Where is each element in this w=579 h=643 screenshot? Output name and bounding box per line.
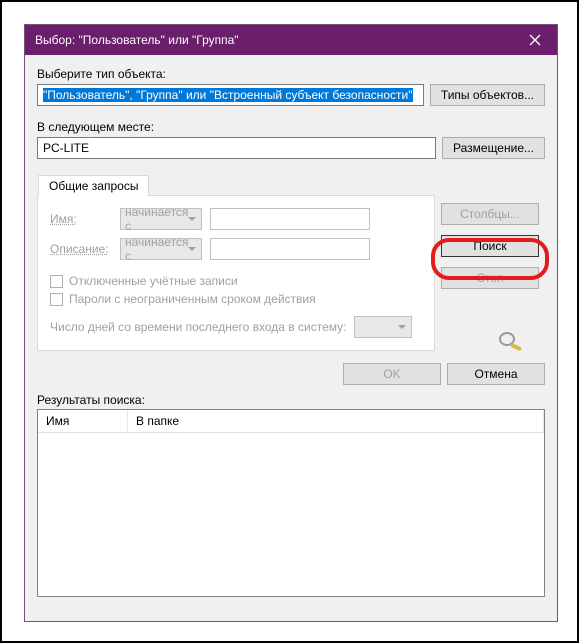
description-mode-dropdown[interactable]: начинается с (120, 238, 202, 260)
window-title: Выбор: "Пользователь" или "Группа" (35, 33, 512, 47)
columns-button[interactable]: Столбцы... (441, 203, 539, 225)
results-label: Результаты поиска: (37, 393, 545, 407)
stop-button[interactable]: Стоп (441, 267, 539, 289)
object-type-field[interactable]: "Пользователь", "Группа" или "Встроенный… (37, 84, 424, 106)
titlebar: Выбор: "Пользователь" или "Группа" (25, 25, 557, 55)
ok-button[interactable]: OK (343, 363, 441, 385)
close-button[interactable] (512, 25, 557, 55)
days-since-login-label: Число дней со времени последнего входа в… (50, 320, 346, 334)
description-label: Описание: (50, 242, 112, 256)
days-since-login-spinner[interactable] (354, 316, 412, 338)
dialog-window: Выбор: "Пользователь" или "Группа" Выбер… (24, 24, 558, 622)
results-col-folder[interactable]: В папке (128, 410, 544, 432)
location-label: В следующем месте: (37, 120, 545, 134)
common-queries-panel: Общие запросы Имя: начинается с Описание… (37, 195, 435, 351)
search-button[interactable]: Поиск (441, 235, 539, 257)
non-expiring-pwd-label: Пароли с неограниченным сроком действия (69, 292, 316, 306)
location-field[interactable]: PC-LITE (37, 137, 436, 159)
name-input[interactable] (210, 208, 370, 230)
name-label: Имя: (50, 212, 112, 226)
description-input[interactable] (210, 238, 370, 260)
disabled-accounts-label: Отключенные учётные записи (69, 274, 238, 288)
non-expiring-pwd-checkbox[interactable] (50, 293, 63, 306)
results-table[interactable]: Имя В папке (37, 409, 545, 597)
locations-button[interactable]: Размещение... (442, 137, 545, 159)
object-types-button[interactable]: Типы объектов... (430, 84, 545, 106)
magnifier-icon (495, 330, 525, 355)
object-type-label: Выберите тип объекта: (37, 67, 545, 81)
close-icon (529, 34, 541, 46)
results-col-name[interactable]: Имя (38, 410, 128, 432)
disabled-accounts-checkbox[interactable] (50, 275, 63, 288)
name-mode-dropdown[interactable]: начинается с (120, 208, 202, 230)
cancel-button[interactable]: Отмена (447, 363, 545, 385)
tab-common-queries[interactable]: Общие запросы (38, 175, 149, 197)
